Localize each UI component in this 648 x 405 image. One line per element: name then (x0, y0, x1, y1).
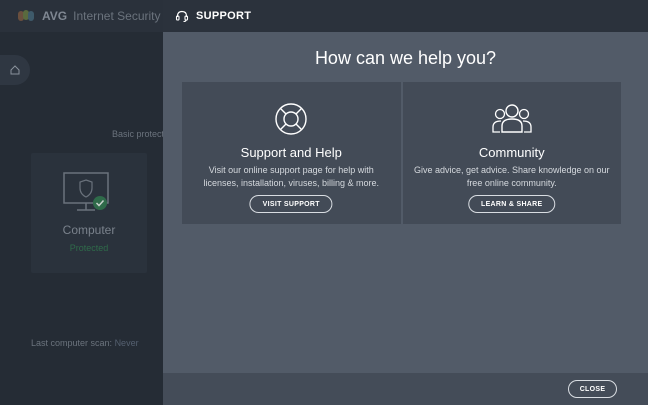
avg-logo (18, 10, 36, 22)
background-app: AVG Internet Security Basic protect Comp… (0, 0, 165, 405)
visit-support-button[interactable]: VISIT SUPPORT (249, 195, 333, 213)
support-card-title: Support and Help (240, 145, 342, 160)
support-header: SUPPORT (163, 0, 648, 32)
lifebuoy-icon (275, 103, 307, 135)
computer-card-title: Computer (62, 223, 116, 237)
help-options: Support and Help Visit our online suppor… (182, 82, 621, 224)
community-card-description: Give advice, get advice. Share knowledge… (413, 165, 610, 188)
app-brand: AVG (42, 9, 68, 23)
last-scan-value: Never (114, 338, 139, 348)
support-card: Support and Help Visit our online suppor… (182, 82, 401, 224)
community-icon (492, 104, 532, 133)
support-panel: SUPPORT How can we help you? Support and… (163, 0, 648, 405)
community-card: Community Give advice, get advice. Share… (402, 82, 621, 224)
community-card-title: Community (478, 145, 545, 160)
basic-protection-label: Basic protect (112, 129, 165, 139)
last-scan-label: Last computer scan: (31, 338, 113, 348)
headset-icon (175, 10, 189, 22)
last-scan-info: Last computer scan: Never (31, 338, 139, 348)
support-footer: CLOSE (163, 373, 648, 405)
monitor-shield-icon (63, 172, 109, 211)
home-icon[interactable] (0, 55, 30, 85)
close-button[interactable]: CLOSE (568, 380, 617, 398)
app-product-name: Internet Security (73, 9, 161, 23)
app-title-bar: AVG Internet Security (0, 0, 163, 32)
support-card-description: Visit our online support page for help w… (203, 165, 380, 188)
computer-card-status: Protected (69, 243, 109, 253)
help-heading: How can we help you? (314, 48, 497, 68)
support-title: SUPPORT (196, 10, 252, 22)
computer-card[interactable]: Computer Protected (31, 153, 147, 273)
learn-share-button[interactable]: LEARN & SHARE (468, 195, 556, 213)
